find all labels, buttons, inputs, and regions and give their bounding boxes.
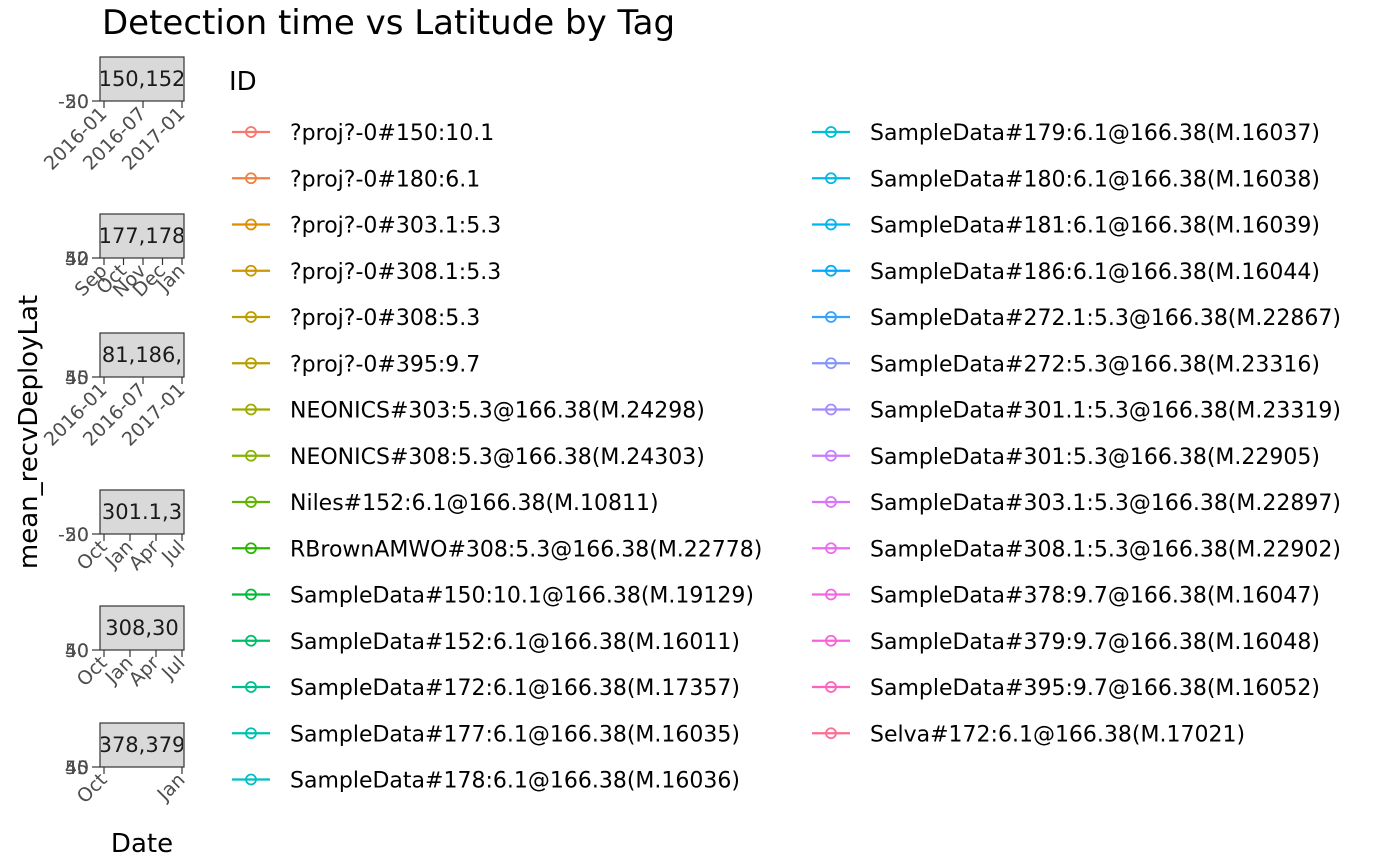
- legend-item: SampleData#395:9.7@166.38(M.16052): [812, 676, 1320, 701]
- legend-item: SampleData#172:6.1@166.38(M.17357): [232, 676, 740, 701]
- legend-item: ?proj?-0#180:6.1: [232, 167, 480, 192]
- legend-item: SampleData#272:5.3@166.38(M.23316): [812, 352, 1320, 377]
- legend-item: ?proj?-0#308.1:5.3: [232, 260, 501, 285]
- y-tick-label: 50: [65, 524, 89, 546]
- x-tick-label: Apr: [125, 652, 164, 691]
- facet-panel: 150,152-20502016-012016-072017-01: [40, 56, 190, 175]
- legend-item: ?proj?-0#303.1:5.3: [232, 214, 501, 239]
- legend-label: SampleData#395:9.7@166.38(M.16052): [870, 676, 1320, 701]
- legend-item: NEONICS#303:5.3@166.38(M.24298): [232, 399, 705, 424]
- legend-item: SampleData#308.1:5.3@166.38(M.22902): [812, 537, 1341, 562]
- y-tick-label: 50: [65, 640, 89, 662]
- legend-label: ?proj?-0#308:5.3: [290, 306, 480, 331]
- legend-label: SampleData#301:5.3@166.38(M.22905): [870, 445, 1320, 470]
- legend-label: ?proj?-0#395:9.7: [290, 352, 480, 377]
- legend-item: Niles#152:6.1@166.38(M.10811): [232, 491, 659, 516]
- legend-item: SampleData#378:9.7@166.38(M.16047): [812, 584, 1320, 609]
- legend-item: SampleData#152:6.1@166.38(M.16011): [232, 630, 740, 655]
- y-tick-label: 50: [65, 757, 89, 779]
- legend-label: SampleData#186:6.1@166.38(M.16044): [870, 260, 1320, 285]
- legend-label: NEONICS#303:5.3@166.38(M.24298): [290, 399, 705, 424]
- y-tick-label: 52: [65, 248, 89, 270]
- facet-panel: 301.1,3-2050OctJanAprJul: [58, 489, 190, 575]
- legend-item: SampleData#303.1:5.3@166.38(M.22897): [812, 491, 1341, 516]
- legend-items: ?proj?-0#150:10.1 ?proj?-0#180:6.1 ?proj?-…: [232, 121, 1341, 794]
- x-tick-label: Jul: [157, 536, 189, 568]
- legend-item: SampleData#301:5.3@166.38(M.22905): [812, 445, 1320, 470]
- x-tick-label: Jul: [157, 652, 189, 684]
- facet-panel: 177,178405052SepOctNovDecJan: [65, 213, 190, 302]
- facet-strip-label: 81,186,: [102, 343, 182, 367]
- legend-label: SampleData#181:6.1@166.38(M.16039): [870, 214, 1320, 239]
- legend-label: SampleData#172:6.1@166.38(M.17357): [290, 676, 740, 701]
- legend-label: SampleData#272:5.3@166.38(M.23316): [870, 352, 1320, 377]
- legend-item: NEONICS#308:5.3@166.38(M.24303): [232, 445, 705, 470]
- faceted-line-chart: Detection time vs Latitude by Tag mean_r…: [14, 3, 1341, 859]
- facet-panel: 378,379404550Oct Jan: [65, 722, 190, 808]
- facet-strip-label: 150,152: [99, 67, 186, 91]
- legend-label: ?proj?-0#150:10.1: [290, 121, 494, 146]
- legend-item: SampleData#186:6.1@166.38(M.16044): [812, 260, 1320, 285]
- legend-label: NEONICS#308:5.3@166.38(M.24303): [290, 445, 705, 470]
- legend-item: SampleData#272.1:5.3@166.38(M.22867): [812, 306, 1341, 331]
- x-tick-label: Apr: [125, 536, 164, 575]
- facet-panels: 150,152-20502016-012016-072017-01 177,178…: [40, 56, 190, 808]
- legend-label: SampleData#179:6.1@166.38(M.16037): [870, 121, 1320, 146]
- legend-item: SampleData#181:6.1@166.38(M.16039): [812, 214, 1320, 239]
- legend-label: SampleData#178:6.1@166.38(M.16036): [290, 769, 740, 794]
- facet-strip-label: 308,30: [105, 616, 178, 640]
- legend-item: SampleData#301.1:5.3@166.38(M.23319): [812, 399, 1341, 424]
- legend-item: ?proj?-0#308:5.3: [232, 306, 480, 331]
- facet-strip-label: 177,178: [99, 224, 186, 248]
- x-axis-title: Date: [111, 829, 173, 859]
- legend-item: RBrownAMWO#308:5.3@166.38(M.22778): [232, 537, 762, 562]
- legend-item: SampleData#179:6.1@166.38(M.16037): [812, 121, 1320, 146]
- legend-label: ?proj?-0#180:6.1: [290, 167, 480, 192]
- legend-item: SampleData#180:6.1@166.38(M.16038): [812, 167, 1320, 192]
- y-tick-label: 50: [65, 367, 89, 389]
- y-tick-label: 50: [65, 91, 89, 113]
- facet-panel: 308,304050OctJanAprJul: [65, 605, 190, 691]
- legend-item: ?proj?-0#150:10.1: [232, 121, 494, 146]
- legend-label: SampleData#180:6.1@166.38(M.16038): [870, 167, 1320, 192]
- legend-label: SampleData#303.1:5.3@166.38(M.22897): [870, 491, 1341, 516]
- legend-label: ?proj?-0#303.1:5.3: [290, 214, 501, 239]
- facet-strip-label: 378,379: [99, 733, 186, 757]
- legend-title: ID: [229, 67, 257, 97]
- legend-item: Selva#172:6.1@166.38(M.17021): [812, 722, 1245, 747]
- facet-strip-label: 301.1,3: [102, 500, 182, 524]
- facet-panel: 81,186,45502016-012016-072017-01: [40, 332, 190, 451]
- legend-label: SampleData#150:10.1@166.38(M.19129): [290, 584, 754, 609]
- legend-item: SampleData#178:6.1@166.38(M.16036): [232, 769, 740, 794]
- y-axis-title: mean_recvDeployLat: [14, 295, 44, 569]
- legend-label: Niles#152:6.1@166.38(M.10811): [290, 491, 659, 516]
- legend-label: SampleData#152:6.1@166.38(M.16011): [290, 630, 740, 655]
- legend-label: SampleData#272.1:5.3@166.38(M.22867): [870, 306, 1341, 331]
- legend-item: SampleData#150:10.1@166.38(M.19129): [232, 584, 754, 609]
- legend-label: SampleData#379:9.7@166.38(M.16048): [870, 630, 1320, 655]
- chart-title: Detection time vs Latitude by Tag: [102, 3, 675, 43]
- legend-label: SampleData#308.1:5.3@166.38(M.22902): [870, 537, 1341, 562]
- legend-label: SampleData#301.1:5.3@166.38(M.23319): [870, 399, 1341, 424]
- legend-item: SampleData#177:6.1@166.38(M.16035): [232, 722, 740, 747]
- legend-label: Selva#172:6.1@166.38(M.17021): [870, 722, 1245, 747]
- legend-label: SampleData#177:6.1@166.38(M.16035): [290, 722, 740, 747]
- x-tick-label: Jan: [153, 769, 190, 806]
- legend-label: RBrownAMWO#308:5.3@166.38(M.22778): [290, 537, 762, 562]
- legend-label: ?proj?-0#308.1:5.3: [290, 260, 501, 285]
- legend-item: ?proj?-0#395:9.7: [232, 352, 480, 377]
- legend-label: SampleData#378:9.7@166.38(M.16047): [870, 584, 1320, 609]
- legend-item: SampleData#379:9.7@166.38(M.16048): [812, 630, 1320, 655]
- legend: ID ?proj?-0#150:10.1?proj?-0#180:6.1?pro…: [229, 67, 1341, 794]
